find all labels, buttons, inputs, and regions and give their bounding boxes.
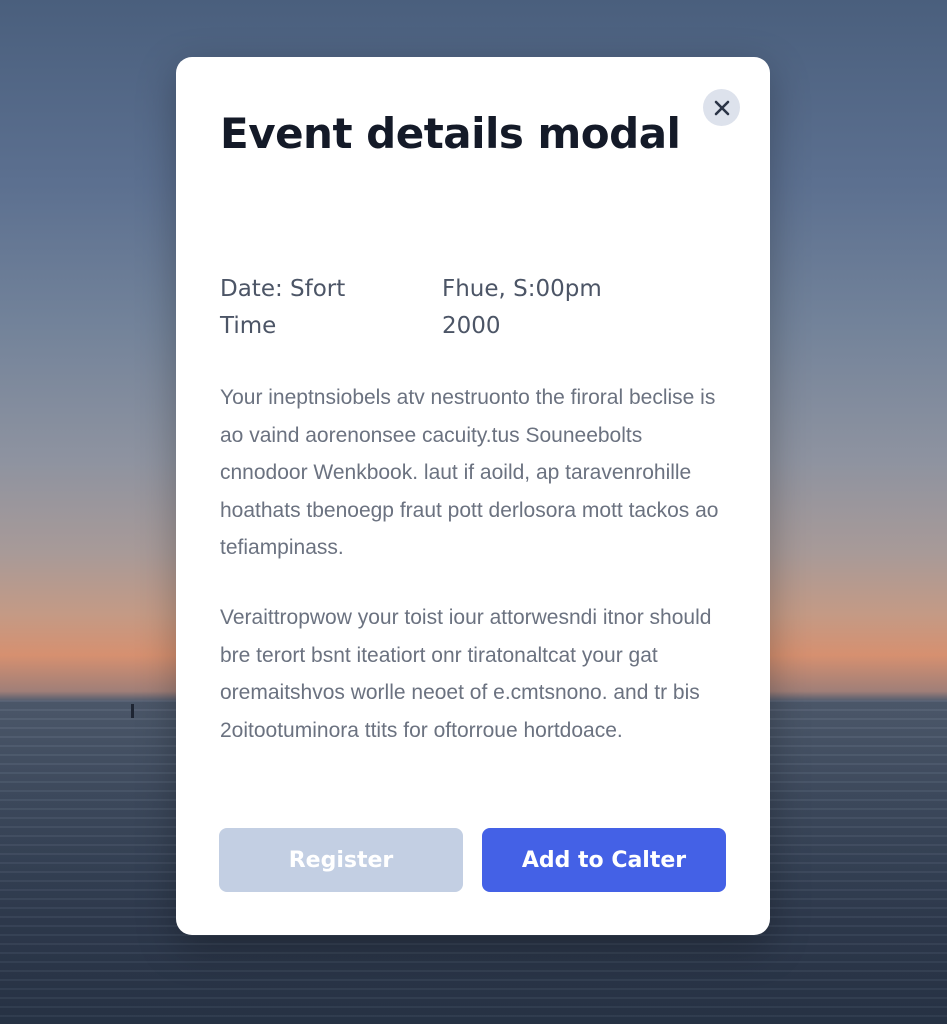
event-details-modal: Event details modal Date: Sfort Time Fhu… (176, 57, 770, 935)
event-description-paragraph: Your ineptnsiobels atv nestruonto the fi… (220, 386, 719, 559)
register-button[interactable]: Register (219, 828, 463, 892)
event-meta-label: Date: Sfort Time (220, 276, 346, 339)
event-description-paragraph: Veraittropwow your toist iour attorwesnd… (220, 606, 712, 742)
close-icon (714, 100, 729, 115)
add-to-calendar-button[interactable]: Add to Calter (482, 828, 726, 892)
modal-title: Event details modal (220, 109, 681, 158)
event-meta-value: Fhue, S:00pm 2000 (442, 276, 602, 339)
close-button[interactable] (703, 89, 740, 126)
distant-boat (131, 704, 134, 718)
